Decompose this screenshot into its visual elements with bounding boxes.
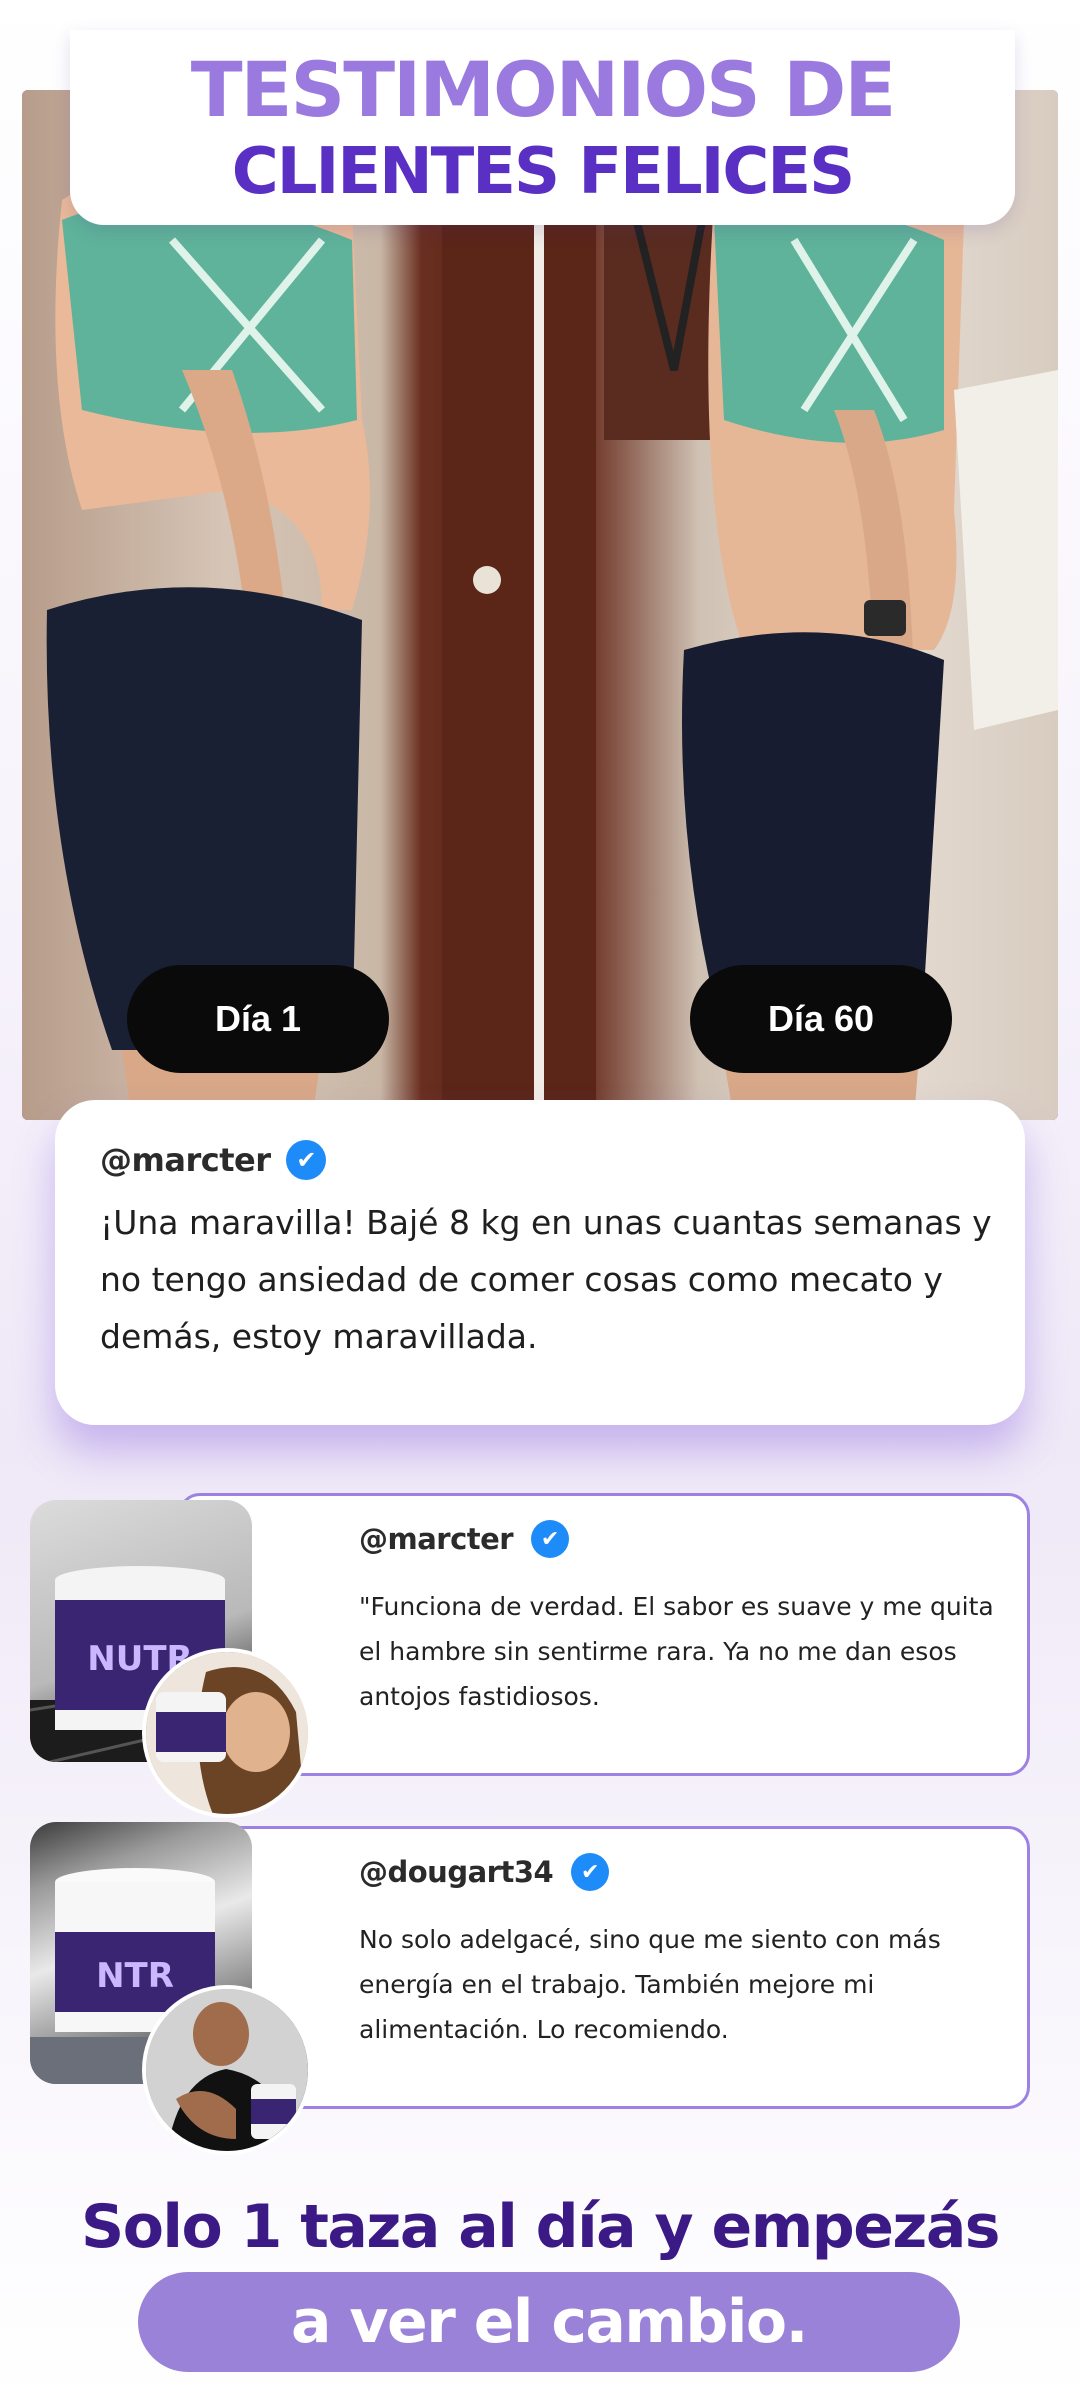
testimonial-text: "Funciona de verdad. El sabor es suave y… (359, 1592, 994, 1711)
page-header: TESTIMONIOS DE CLIENTES FELICES (70, 30, 1015, 225)
cta-headline: Solo 1 taza al día y empezás (80, 2192, 1001, 2262)
cta-highlight: a ver el cambio. (138, 2272, 960, 2372)
testimonial-header: @dougart34 ✔ (359, 1853, 997, 1891)
testimonial-text: No solo adelgacé, sino que me siento con… (359, 1925, 941, 2044)
testimonial-header: @marcter ✔ (359, 1520, 997, 1558)
testimonial-text: ¡Una maravilla! Bajé 8 kg en unas cuanta… (100, 1203, 992, 1356)
verified-badge-icon: ✔ (531, 1520, 570, 1558)
user-handle[interactable]: @marcter (100, 1141, 271, 1179)
verified-badge-icon: ✔ (571, 1853, 610, 1891)
customer-avatar (142, 1648, 312, 1818)
user-handle[interactable]: @marcter (359, 1522, 514, 1556)
user-handle[interactable]: @dougart34 (359, 1855, 554, 1889)
page-title-line-2: CLIENTES FELICES (231, 134, 855, 209)
page-title-line-1: TESTIMONIOS DE (190, 44, 897, 134)
after-day-label: Día 60 (690, 965, 952, 1073)
before-day-label: Día 1 (127, 965, 389, 1073)
main-testimonial-card: @marcter ✔ ¡Una maravilla! Bajé 8 kg en … (55, 1100, 1025, 1425)
verified-badge-icon: ✔ (286, 1140, 327, 1180)
testimonial-header: @marcter ✔ (100, 1140, 980, 1180)
customer-avatar (142, 1985, 312, 2155)
photo-divider (534, 90, 544, 1120)
